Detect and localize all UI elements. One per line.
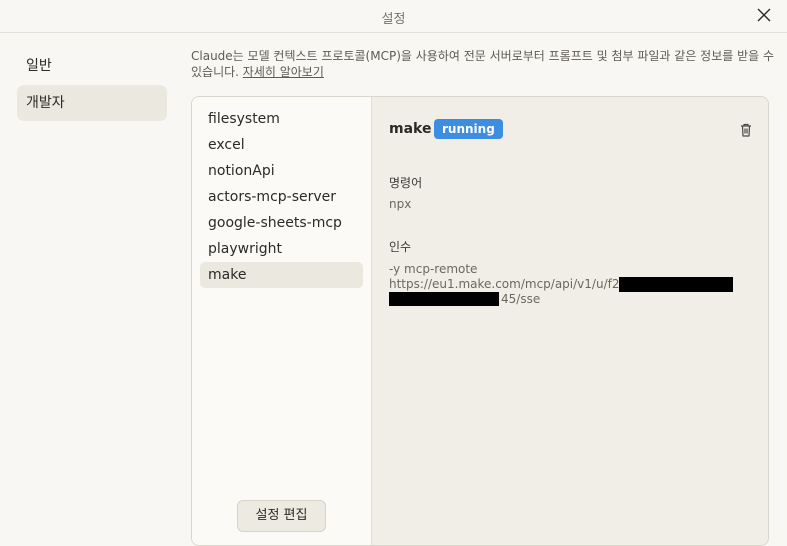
server-item-google-sheets-mcp[interactable]: google-sheets-mcp (200, 210, 363, 236)
args-line-1: -y mcp-remote (389, 262, 478, 276)
server-list: filesystem excel notionApi actors-mcp-se… (192, 97, 372, 545)
server-item-playwright[interactable]: playwright (200, 236, 363, 262)
trash-icon[interactable] (739, 122, 753, 138)
args-line-2: https://eu1.make.com/mcp/api/v1/u/f25 (389, 277, 628, 291)
status-badge: running (434, 119, 503, 139)
window-title: 설정 (381, 12, 406, 27)
server-detail: make running 명령어 npx 인수 -y mcp-remote ht… (372, 97, 768, 545)
server-item-notionapi[interactable]: notionApi (200, 158, 363, 184)
server-name: make (389, 121, 432, 137)
server-item-actors-mcp-server[interactable]: actors-mcp-server (200, 184, 363, 210)
edit-config-button[interactable]: 설정 편집 (237, 500, 326, 532)
mcp-intro: Claude는 모델 컨텍스트 프로토콜(MCP)을 사용하여 전문 서버로부터… (191, 48, 776, 80)
title-bar: 설정 (0, 0, 787, 33)
settings-sidebar: 일반 개발자 (17, 48, 167, 122)
close-icon[interactable] (755, 6, 773, 24)
sidebar-item-developer[interactable]: 개발자 (17, 85, 167, 121)
server-item-filesystem[interactable]: filesystem (200, 106, 363, 132)
command-value: npx (389, 197, 412, 211)
server-item-make[interactable]: make (200, 262, 363, 288)
mcp-panel: filesystem excel notionApi actors-mcp-se… (191, 96, 769, 546)
args-line-3: 45/sse (501, 292, 541, 306)
server-item-excel[interactable]: excel (200, 132, 363, 158)
args-label: 인수 (389, 240, 412, 254)
command-label: 명령어 (389, 176, 423, 190)
redaction-block (619, 277, 733, 292)
redaction-block (389, 292, 499, 306)
sidebar-item-general[interactable]: 일반 (17, 48, 167, 84)
learn-more-link[interactable]: 자세히 알아보기 (243, 65, 324, 79)
